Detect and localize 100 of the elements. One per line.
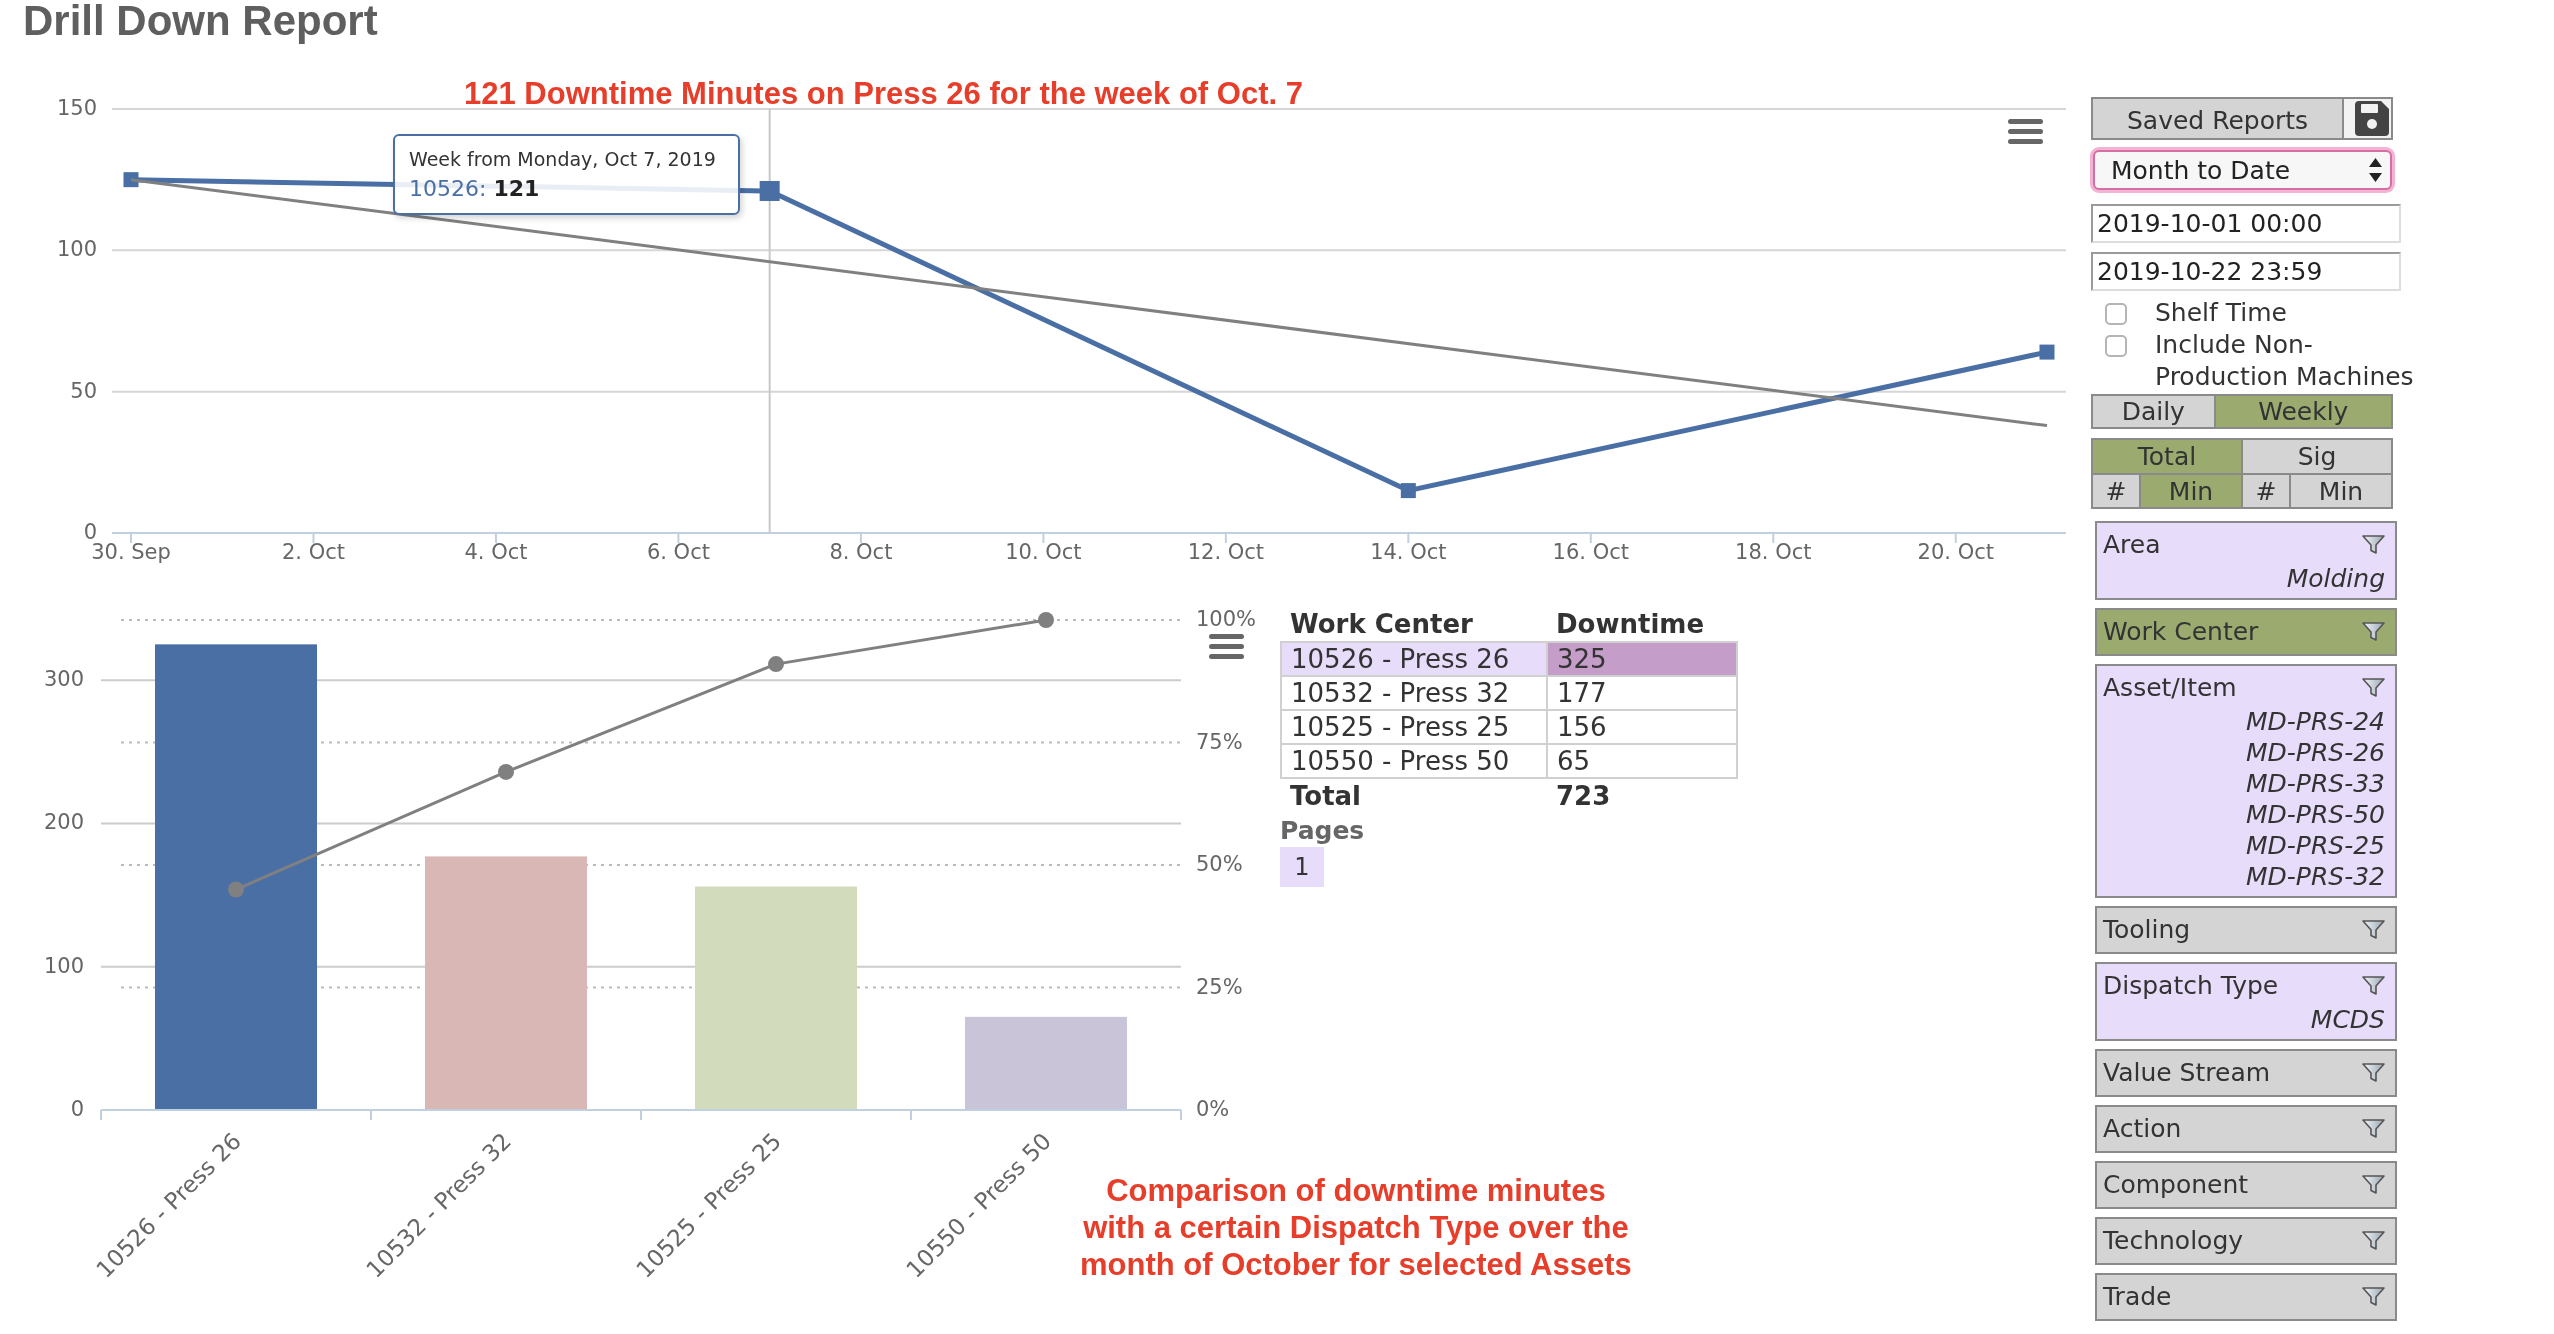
funnel-icon[interactable] xyxy=(2362,622,2385,641)
total-cell: 723 xyxy=(1547,778,1737,813)
filter-panel[interactable]: Value Stream xyxy=(2095,1049,2397,1097)
save-button[interactable] xyxy=(2344,97,2393,140)
filter-label: Work Center xyxy=(2103,616,2259,648)
filter-label: Trade xyxy=(2103,1281,2172,1313)
axis-label: 150 xyxy=(56,96,97,120)
axis-label: 20. Oct xyxy=(1917,540,1994,564)
date-field[interactable]: 2019-10-01 00:00 xyxy=(2091,204,2401,243)
filter-label: Value Stream xyxy=(2103,1057,2271,1089)
tooltip-title: Week from Monday, Oct 7, 2019 xyxy=(409,147,716,171)
funnel-icon[interactable] xyxy=(2362,535,2385,554)
filter-value: MD-PRS-32 xyxy=(2246,861,2385,892)
pages-label: Pages xyxy=(1280,815,1365,847)
axis-label: 18. Oct xyxy=(1735,540,1812,564)
filter-panel[interactable]: Technology xyxy=(2095,1217,2397,1265)
filter-panel[interactable]: Work Center xyxy=(2095,608,2397,656)
filter-panel[interactable]: Dispatch Type MCDS xyxy=(2095,962,2397,1041)
axis-label: 100 xyxy=(56,237,97,262)
period-select[interactable]: Month to Date xyxy=(2093,150,2392,190)
tooltip-value: 10526: 121 xyxy=(409,175,540,203)
axis-label: 50% xyxy=(1196,852,1243,876)
filter-label: Technology xyxy=(2103,1225,2244,1257)
filter-value: MD-PRS-24 xyxy=(2246,706,2385,737)
point-marker[interactable] xyxy=(498,763,514,780)
date-field[interactable]: 2019-10-22 23:59 xyxy=(2091,252,2401,291)
filter-value: MD-PRS-50 xyxy=(2246,799,2385,830)
axis-label: 300 xyxy=(43,667,84,692)
table-cell[interactable]: 10550 - Press 50 xyxy=(1281,744,1547,778)
column-header: Downtime xyxy=(1547,608,1737,642)
checkbox[interactable] xyxy=(2105,335,2127,357)
filter-value: MD-PRS-25 xyxy=(2246,830,2385,861)
filter-label: Action xyxy=(2103,1113,2182,1145)
funnel-icon[interactable] xyxy=(2362,920,2385,939)
filter-panel[interactable]: Tooling xyxy=(2095,906,2397,954)
filter-panel[interactable]: Area Molding xyxy=(2095,521,2397,600)
filter-panel[interactable]: Trade xyxy=(2095,1273,2397,1321)
table-cell[interactable]: 156 xyxy=(1547,710,1737,744)
filter-label: Dispatch Type xyxy=(2103,970,2279,1002)
table-cell[interactable]: 10532 - Press 32 xyxy=(1281,676,1547,710)
total-cell: Total xyxy=(1281,778,1547,813)
point-marker[interactable] xyxy=(1038,612,1054,628)
axis-label: 0 xyxy=(70,1097,84,1121)
table-cell[interactable]: 10525 - Press 25 xyxy=(1281,710,1547,744)
axis-label: 14. Oct xyxy=(1370,540,1447,564)
interval-tab[interactable]: Daily xyxy=(2093,396,2216,429)
measure-tab[interactable]: Sig xyxy=(2243,440,2393,475)
funnel-icon[interactable] xyxy=(2362,1175,2385,1194)
funnel-icon[interactable] xyxy=(2362,976,2385,995)
axis-label: 200 xyxy=(43,810,84,835)
funnel-icon[interactable] xyxy=(2362,678,2385,697)
point-marker[interactable] xyxy=(759,180,780,201)
checkbox-label: Shelf Time xyxy=(2155,297,2288,329)
axis-label: 12. Oct xyxy=(1187,540,1265,564)
table-cell[interactable]: 65 xyxy=(1547,744,1737,778)
funnel-icon[interactable] xyxy=(2362,1119,2385,1138)
funnel-icon[interactable] xyxy=(2362,1063,2385,1082)
filter-label: Area xyxy=(2103,529,2161,561)
menu-icon[interactable] xyxy=(1209,634,1244,659)
menu-icon[interactable] xyxy=(2008,119,2043,144)
point-marker[interactable] xyxy=(768,656,784,673)
filter-value: MCDS xyxy=(2310,1004,2385,1035)
page-link[interactable]: 1 xyxy=(1280,847,1324,887)
axis-label: 4. Oct xyxy=(464,540,528,564)
table-cell[interactable]: 177 xyxy=(1547,676,1737,710)
axis-label: 6. Oct xyxy=(646,540,710,564)
funnel-icon[interactable] xyxy=(2362,1231,2385,1250)
axis-label: 8. Oct xyxy=(829,540,893,564)
checkbox[interactable] xyxy=(2105,303,2127,325)
axis-label: 25% xyxy=(1196,974,1243,999)
axis-label: 0% xyxy=(1196,1097,1230,1121)
measure-tab[interactable]: Total xyxy=(2093,440,2243,475)
filter-panel[interactable]: Action xyxy=(2095,1105,2397,1153)
funnel-icon[interactable] xyxy=(2362,1287,2385,1306)
point-marker[interactable] xyxy=(1400,483,1416,499)
axis-label: 50 xyxy=(70,378,97,403)
axis-label: 2. Oct xyxy=(281,540,345,564)
up-down-arrows-icon xyxy=(2369,158,2382,182)
interval-tab[interactable]: Weekly xyxy=(2215,396,2393,429)
column-header: Work Center xyxy=(1281,608,1547,642)
axis-label: 100% xyxy=(1196,607,1257,631)
unit-tab[interactable]: # xyxy=(2243,475,2291,509)
unit-tab[interactable]: # xyxy=(2093,475,2141,509)
unit-tab[interactable]: Min xyxy=(2291,475,2393,509)
filter-value: Molding xyxy=(2286,563,2385,594)
filter-panel[interactable]: Component xyxy=(2095,1161,2397,1209)
unit-tab[interactable]: Min xyxy=(2141,475,2243,509)
filter-panel[interactable]: Asset/Item MD-PRS-24 MD-PRS-26 MD-PRS-33 MD-PRS-50 MD-PRS-25 MD-PRS-32 xyxy=(2095,664,2397,898)
filter-label: Asset/Item xyxy=(2103,672,2237,704)
point-marker[interactable] xyxy=(2039,344,2055,360)
axis-label: 100 xyxy=(43,953,84,978)
chart-annotation: 121 Downtime Minutes on Press 26 for the week of Oct. 7 xyxy=(464,79,1303,109)
axis-label: 16. Oct xyxy=(1552,540,1629,564)
table-cell[interactable]: 325 xyxy=(1547,642,1737,676)
saved-reports-button[interactable]: Saved Reports xyxy=(2091,97,2344,140)
filter-value: MD-PRS-26 xyxy=(2246,737,2385,768)
point-marker[interactable] xyxy=(228,881,244,898)
table-cell[interactable]: 10526 - Press 26 xyxy=(1281,642,1547,676)
filter-label: Tooling xyxy=(2103,914,2191,946)
chart-annotation: Comparison of downtime minutes with a certain Dispatch Type over the month of October for selected Assets xyxy=(1080,1172,1632,1283)
